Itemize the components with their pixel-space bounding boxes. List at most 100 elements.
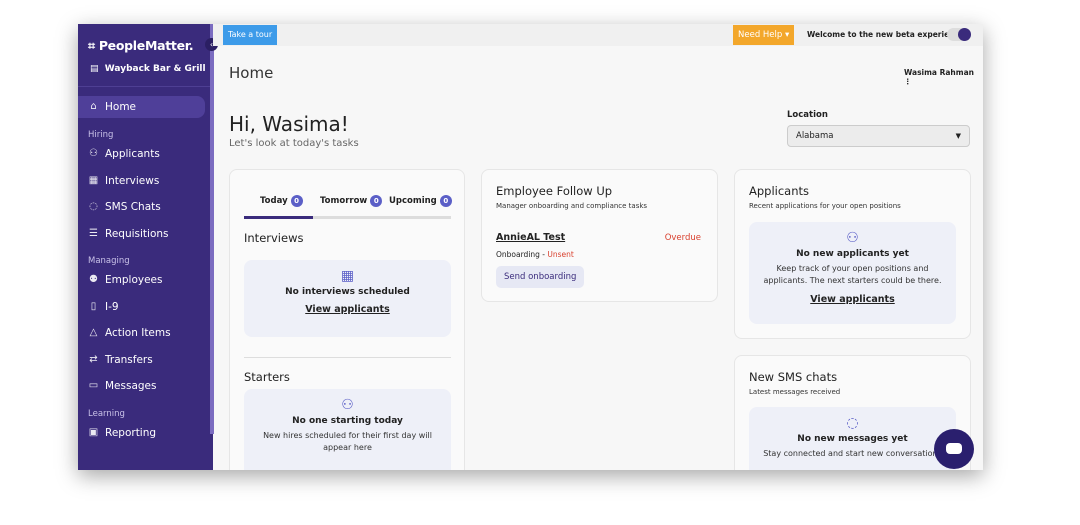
logo-icon: ⌗ bbox=[88, 38, 95, 53]
sidebar-item-employees[interactable]: ⚉ Employees bbox=[78, 269, 205, 291]
sidebar-item-label: SMS Chats bbox=[105, 201, 161, 213]
top-bar: Take a tour Need Help ▾ Welcome to the n… bbox=[213, 24, 983, 46]
beta-toggle[interactable] bbox=[947, 28, 971, 41]
sidebar-scrollbar[interactable] bbox=[210, 24, 214, 434]
location-value: Alabama bbox=[796, 131, 834, 141]
sms-subtitle: Latest messages received bbox=[749, 388, 841, 396]
section-hiring: Hiring bbox=[88, 130, 114, 140]
beta-message: Welcome to the new beta experience! bbox=[807, 30, 968, 39]
user-plus-icon: ⚇ bbox=[846, 230, 859, 246]
inbox-icon: ▭ bbox=[88, 380, 99, 391]
sidebar-item-reporting[interactable]: ▣ Reporting bbox=[78, 422, 205, 444]
sms-empty: ◌ No new messages yet Stay connected and… bbox=[749, 407, 956, 470]
location-label: Location bbox=[787, 110, 828, 120]
user-name: Wasima Rahman bbox=[904, 68, 974, 77]
starters-title: Starters bbox=[244, 370, 290, 384]
home-icon: ⌂ bbox=[90, 101, 97, 112]
applicants-empty: ⚇ No new applicants yet Keep track of yo… bbox=[749, 222, 956, 324]
store-selector[interactable]: ▤ Wayback Bar & Grill bbox=[90, 64, 206, 74]
sidebar-item-home[interactable]: ⌂ Home bbox=[78, 96, 205, 118]
sidebar-item-label: Requisitions bbox=[105, 228, 169, 240]
chat-launcher-button[interactable] bbox=[934, 429, 974, 469]
tasks-card: Today 0 Tomorrow 0 Upcoming 0 Interviews ▦ … bbox=[229, 169, 465, 470]
greeting-subtitle: Let's look at today's tasks bbox=[229, 138, 359, 149]
chat-icon: ◌ bbox=[89, 201, 98, 212]
sidebar-item-label: Transfers bbox=[105, 354, 153, 366]
tab-today[interactable]: Today 0 bbox=[260, 195, 303, 207]
app-window: ⌗ PeopleMatter. ▤ Wayback Bar & Grill ⌂ H… bbox=[78, 24, 983, 470]
report-icon: ▣ bbox=[88, 427, 99, 438]
section-learning: Learning bbox=[88, 409, 125, 419]
brand-name: PeopleMatter. bbox=[98, 38, 194, 53]
sidebar-item-label: Messages bbox=[105, 380, 157, 392]
sidebar-item-sms-chats[interactable]: ◌ SMS Chats bbox=[78, 196, 205, 218]
warning-icon: △ bbox=[89, 327, 98, 338]
sidebar-item-transfers[interactable]: ⇄ Transfers bbox=[78, 349, 205, 371]
empty-description: New hires scheduled for their first day … bbox=[263, 431, 432, 452]
empty-title: No interviews scheduled bbox=[285, 287, 410, 297]
need-help-label: Need Help bbox=[738, 30, 783, 40]
sidebar-item-applicants[interactable]: ⚇ Applicants bbox=[78, 143, 205, 165]
view-applicants-link[interactable]: View applicants bbox=[810, 294, 895, 305]
followup-subtitle: Manager onboarding and compliance tasks bbox=[496, 202, 648, 210]
sms-title: New SMS chats bbox=[749, 370, 838, 384]
users-icon: ⚇ bbox=[341, 397, 354, 413]
interviews-empty: ▦ No interviews scheduled View applicant… bbox=[244, 260, 451, 337]
chat-icon: ◌ bbox=[846, 415, 859, 431]
starters-empty: ⚇ No one starting today New hires schedu… bbox=[244, 389, 451, 470]
divider bbox=[78, 86, 210, 87]
users-icon: ⚉ bbox=[89, 274, 98, 285]
empty-title: No one starting today bbox=[292, 416, 403, 426]
brand-logo: ⌗ PeopleMatter. bbox=[88, 38, 194, 54]
tab-upcoming[interactable]: Upcoming 0 bbox=[389, 195, 452, 207]
tab-indicator bbox=[244, 216, 313, 219]
store-icon: ▤ bbox=[90, 64, 99, 74]
followup-card: Employee Follow Up Manager onboarding an… bbox=[481, 169, 718, 302]
tab-label: Upcoming bbox=[389, 196, 437, 206]
overdue-status: Overdue bbox=[664, 233, 701, 243]
chat-bubble-icon bbox=[946, 443, 962, 454]
count-badge: 0 bbox=[439, 195, 452, 207]
sidebar-item-label: I-9 bbox=[105, 301, 119, 313]
divider bbox=[244, 357, 451, 358]
tab-track bbox=[244, 216, 451, 219]
view-applicants-link[interactable]: View applicants bbox=[305, 304, 390, 315]
list-icon: ☰ bbox=[89, 228, 98, 239]
task-meta: Onboarding - Unsent bbox=[496, 250, 574, 259]
page-title: Home bbox=[229, 64, 274, 82]
task-state: Unsent bbox=[547, 250, 574, 259]
employee-name-link[interactable]: AnnieAL Test bbox=[496, 232, 565, 243]
sidebar-item-messages[interactable]: ▭ Messages bbox=[78, 375, 205, 397]
take-tour-button[interactable]: Take a tour bbox=[223, 25, 278, 45]
tab-label: Tomorrow bbox=[320, 196, 368, 206]
sidebar-item-label: Reporting bbox=[105, 427, 157, 439]
empty-description: Keep track of your open positions and ap… bbox=[763, 264, 942, 285]
sidebar-item-requisitions[interactable]: ☰ Requisitions bbox=[78, 223, 205, 245]
sidebar-item-label: Action Items bbox=[105, 327, 171, 339]
greeting-title: Hi, Wasima! bbox=[229, 112, 349, 136]
followup-title: Employee Follow Up bbox=[496, 184, 613, 198]
empty-description: Stay connected and start new conversatio… bbox=[763, 449, 942, 458]
calendar-icon: ▦ bbox=[88, 175, 99, 186]
interviews-title: Interviews bbox=[244, 231, 304, 245]
count-badge: 0 bbox=[290, 195, 303, 207]
caret-down-icon: ▾ bbox=[785, 30, 790, 40]
task-type: Onboarding bbox=[496, 250, 540, 259]
location-select[interactable]: Alabama ▼ bbox=[787, 125, 970, 147]
send-onboarding-button[interactable]: Send onboarding bbox=[496, 266, 585, 288]
sidebar-item-label: Home bbox=[105, 101, 137, 113]
tab-label: Today bbox=[260, 196, 288, 206]
need-help-button[interactable]: Need Help ▾ bbox=[733, 25, 795, 45]
sidebar-item-action-items[interactable]: △ Action Items bbox=[78, 322, 205, 344]
sidebar-item-label: Interviews bbox=[105, 175, 160, 187]
caret-down-icon: ▼ bbox=[955, 132, 961, 140]
tab-tomorrow[interactable]: Tomorrow 0 bbox=[320, 195, 383, 207]
document-icon: ▯ bbox=[90, 301, 97, 312]
applicants-subtitle: Recent applications for your open positi… bbox=[749, 202, 901, 210]
sidebar-item-i9[interactable]: ▯ I-9 bbox=[78, 296, 205, 318]
user-plus-icon: ⚇ bbox=[89, 148, 98, 159]
section-managing: Managing bbox=[88, 256, 130, 266]
sidebar-item-interviews[interactable]: ▦ Interviews bbox=[78, 170, 205, 192]
user-menu[interactable]: Wasima Rahman ⋮ bbox=[904, 68, 983, 86]
applicants-title: Applicants bbox=[749, 184, 810, 198]
